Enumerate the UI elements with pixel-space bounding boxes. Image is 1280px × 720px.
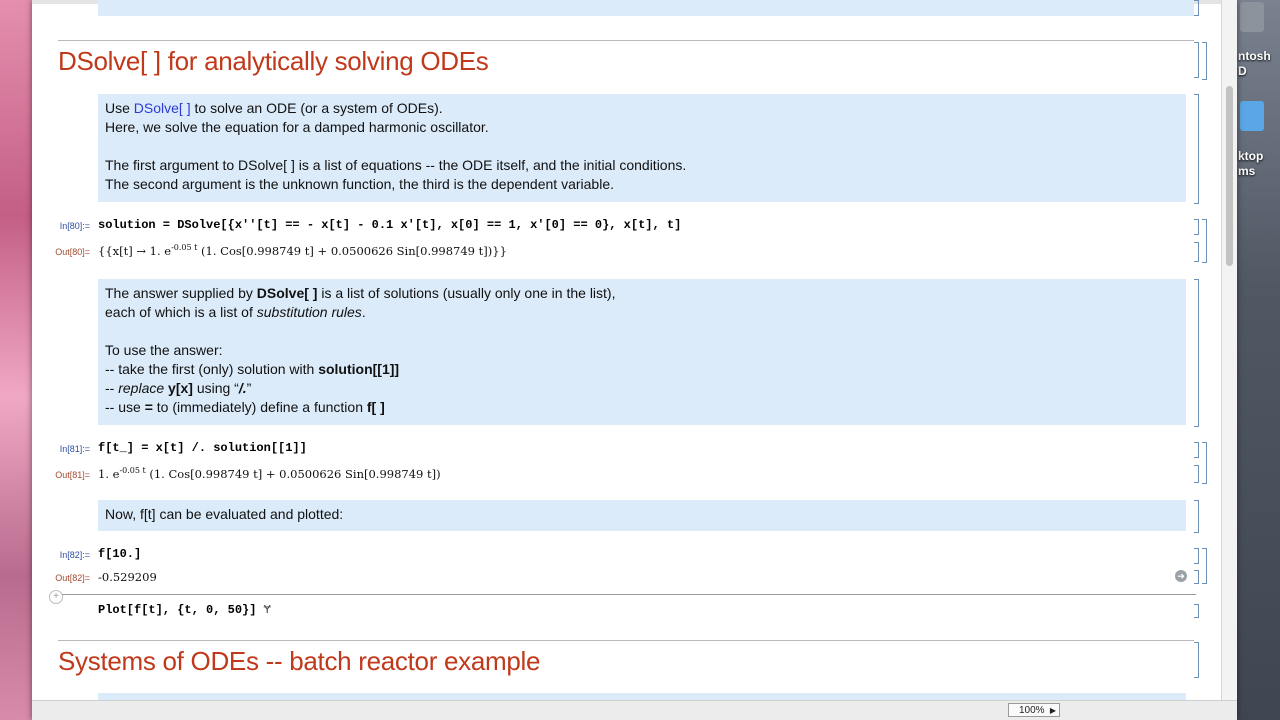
intro-line-1: Use DSolve[ ] to solve an ODE (or a syst… bbox=[105, 100, 443, 116]
section-divider bbox=[58, 640, 1194, 641]
cell-bracket[interactable] bbox=[1194, 442, 1199, 458]
section-heading-dsolve[interactable]: DSolve[ ] for analytically solving ODEs bbox=[58, 46, 489, 77]
text-cursor-icon: Ɏ bbox=[263, 603, 271, 617]
desktop-label-folder: ktop bbox=[1238, 149, 1264, 163]
cell-bracket[interactable] bbox=[1194, 642, 1199, 678]
cell-insertion-line bbox=[62, 594, 1196, 595]
cell-bracket[interactable] bbox=[1194, 42, 1199, 78]
output-value-82[interactable]: -0.529209 bbox=[98, 570, 157, 584]
cell-bracket[interactable] bbox=[1194, 465, 1199, 483]
zoom-dropdown[interactable]: 100% ▶ bbox=[1008, 703, 1060, 717]
answer-line-6: -- use = to (immediately) define a funct… bbox=[105, 399, 385, 415]
answer-text-cell[interactable]: The answer supplied by DSolve[ ] is a li… bbox=[98, 279, 1186, 425]
plot-input-code[interactable]: Plot[f[t], {t, 0, 50}] Ɏ bbox=[98, 603, 271, 617]
scrollbar-thumb[interactable] bbox=[1226, 86, 1233, 266]
output-expression-80[interactable]: {{x[t] → 1. e-0.05 t (1. Cos[0.998749 t]… bbox=[98, 243, 507, 258]
output-label-81: Out[81]= bbox=[55, 470, 90, 480]
input-label-82: In[82]:= bbox=[59, 550, 90, 560]
section-heading-systems[interactable]: Systems of ODEs -- batch reactor example bbox=[58, 646, 540, 677]
suggestion-arrow-icon[interactable]: ➜ bbox=[1175, 570, 1187, 582]
next-text-cell[interactable] bbox=[98, 693, 1186, 700]
cell-bracket[interactable] bbox=[1194, 219, 1199, 235]
dsolve-inline-code: DSolve[ ] bbox=[133, 100, 191, 116]
input-code-80[interactable]: solution = DSolve[{x''[t] == - x[t] - 0.… bbox=[98, 218, 681, 232]
input-label-80: In[80]:= bbox=[59, 221, 90, 231]
answer-line-4: -- take the first (only) solution with s… bbox=[105, 361, 400, 377]
vertical-scrollbar[interactable] bbox=[1221, 0, 1237, 700]
status-bar: 100% ▶ bbox=[32, 700, 1237, 720]
output-label-80: Out[80]= bbox=[55, 247, 90, 257]
answer-line-5: -- replace y[x] using “/.” bbox=[105, 380, 252, 396]
output-label-82: Out[82]= bbox=[55, 573, 90, 583]
intro-text-cell[interactable]: Use DSolve[ ] to solve an ODE (or a syst… bbox=[98, 94, 1186, 202]
cell-bracket[interactable] bbox=[1194, 604, 1199, 618]
answer-line-2: each of which is a list of substitution … bbox=[105, 304, 366, 320]
previous-text-cell[interactable] bbox=[98, 0, 1194, 16]
desktop-label-folder-2: ms bbox=[1238, 164, 1256, 178]
notebook-window: DSolve[ ] for analytically solving ODEs … bbox=[32, 0, 1237, 720]
section-divider bbox=[58, 40, 1194, 41]
input-code-82[interactable]: f[10.] bbox=[98, 547, 141, 561]
desktop-label-drive: ntosh bbox=[1238, 49, 1271, 63]
cell-bracket[interactable] bbox=[1194, 548, 1199, 564]
input-label-81: In[81]:= bbox=[59, 444, 90, 454]
answer-line-1: The answer supplied by DSolve[ ] is a li… bbox=[105, 285, 616, 301]
answer-line-3: To use the answer: bbox=[105, 342, 223, 358]
desktop-label-drive-2: D bbox=[1238, 64, 1247, 78]
intro-line-4: The second argument is the unknown funct… bbox=[105, 176, 614, 192]
intro-line-3: The first argument to DSolve[ ] is a lis… bbox=[105, 157, 687, 173]
cell-bracket[interactable] bbox=[1194, 94, 1199, 204]
group-bracket[interactable] bbox=[1202, 548, 1207, 584]
cell-bracket[interactable] bbox=[1194, 242, 1199, 262]
group-bracket[interactable] bbox=[1202, 219, 1207, 263]
input-code-81[interactable]: f[t_] = x[t] /. solution[[1]] bbox=[98, 441, 307, 455]
add-cell-icon[interactable]: + bbox=[49, 590, 63, 604]
intro-line-2: Here, we solve the equation for a damped… bbox=[105, 119, 489, 135]
hard-drive-icon[interactable] bbox=[1240, 2, 1264, 32]
group-bracket[interactable] bbox=[1202, 42, 1207, 80]
output-expression-81[interactable]: 1. e-0.05 t (1. Cos[0.998749 t] + 0.0500… bbox=[98, 466, 441, 481]
cell-bracket[interactable] bbox=[1194, 500, 1199, 533]
cell-bracket[interactable] bbox=[1194, 570, 1199, 584]
evaluate-line: Now, f[t] can be evaluated and plotted: bbox=[105, 506, 344, 522]
evaluate-text-cell[interactable]: Now, f[t] can be evaluated and plotted: bbox=[98, 500, 1186, 531]
triangle-right-icon: ▶ bbox=[1049, 706, 1056, 715]
cell-bracket[interactable] bbox=[1194, 279, 1199, 427]
group-bracket[interactable] bbox=[1202, 442, 1207, 484]
folder-icon[interactable] bbox=[1240, 101, 1264, 131]
desktop-wallpaper-left bbox=[0, 0, 32, 720]
cell-bracket[interactable] bbox=[1194, 0, 1199, 16]
